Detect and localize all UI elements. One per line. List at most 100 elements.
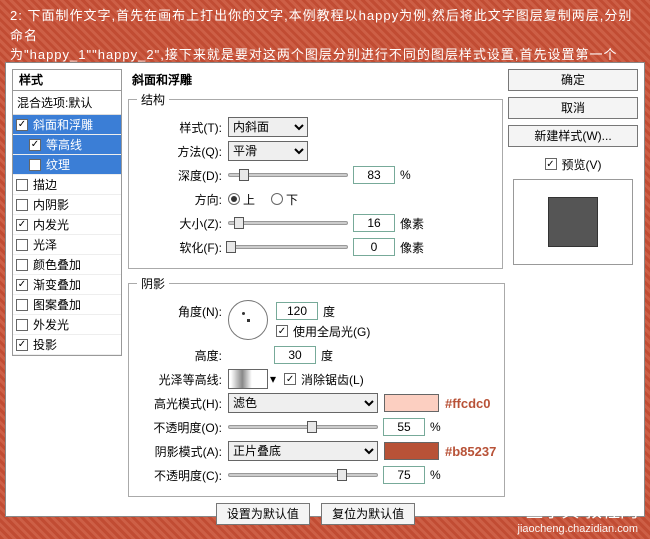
sidebar-item-innershadow[interactable]: 内阴影 — [13, 195, 121, 215]
preview-label: 预览(V) — [562, 156, 602, 173]
highlight-mode-select[interactable]: 滤色 — [228, 393, 378, 413]
gloss-contour-picker[interactable] — [228, 369, 268, 389]
highlight-opacity-slider[interactable] — [228, 425, 378, 429]
gloss-label: 光泽等高线: — [137, 371, 222, 388]
intro-text-1: 2: 下面制作文字,首先在画布上打出你的文字,本例教程以happy为例,然后将此… — [10, 8, 632, 43]
soften-unit: 像素 — [400, 239, 424, 256]
sidebar-item-gradientoverlay[interactable]: ✓渐变叠加 — [13, 275, 121, 295]
ok-button[interactable]: 确定 — [508, 69, 638, 91]
size-unit: 像素 — [400, 215, 424, 232]
checkbox-icon[interactable] — [16, 299, 28, 311]
reset-default-button[interactable]: 复位为默认值 — [321, 503, 415, 525]
checkbox-icon[interactable] — [16, 179, 28, 191]
sidebar-title: 样式 — [12, 69, 122, 91]
chevron-down-icon[interactable]: ▾ — [270, 372, 276, 386]
watermark-name: 查字典 教程网 — [518, 497, 638, 523]
altitude-input[interactable]: 30 — [274, 346, 316, 364]
highlight-color-annotation: #ffcdc0 — [445, 396, 491, 411]
shadow-color-swatch[interactable] — [384, 442, 439, 460]
shadow-mode-select[interactable]: 正片叠底 — [228, 441, 378, 461]
sidebar-item-texture[interactable]: 纹理 — [13, 155, 121, 175]
highlight-mode-label: 高光模式(H): — [137, 395, 222, 412]
sidebar-item-satin[interactable]: 光泽 — [13, 235, 121, 255]
checkbox-icon[interactable]: ✓ — [16, 119, 28, 131]
blend-options[interactable]: 混合选项:默认 — [13, 91, 121, 115]
size-slider[interactable] — [228, 221, 348, 225]
shading-legend: 阴影 — [137, 275, 169, 292]
soften-label: 软化(F): — [137, 239, 222, 256]
preview-swatch — [548, 197, 598, 247]
highlight-opacity-unit: % — [430, 420, 441, 434]
styles-sidebar: 样式 混合选项:默认 ✓斜面和浮雕 ✓等高线 纹理 描边 内阴影 ✓内发光 光泽… — [12, 69, 122, 356]
sidebar-item-outerglow[interactable]: 外发光 — [13, 315, 121, 335]
method-select[interactable]: 平滑 — [228, 141, 308, 161]
intro-text-2: 为"happy_1""happy_2",接下来就是要对这两个图层分别进行不同的图… — [10, 47, 617, 62]
altitude-unit: 度 — [321, 347, 333, 364]
checkbox-icon[interactable] — [16, 239, 28, 251]
highlight-color-swatch[interactable] — [384, 394, 439, 412]
shadow-mode-label: 阴影模式(A): — [137, 443, 222, 460]
highlight-opacity-input[interactable]: 55 — [383, 418, 425, 436]
sidebar-item-innerglow[interactable]: ✓内发光 — [13, 215, 121, 235]
checkbox-icon[interactable] — [16, 199, 28, 211]
altitude-label: 高度: — [137, 347, 222, 364]
angle-dial[interactable] — [228, 300, 268, 340]
angle-input[interactable]: 120 — [276, 302, 318, 320]
depth-input[interactable]: 83 — [353, 166, 395, 184]
cancel-button[interactable]: 取消 — [508, 97, 638, 119]
shading-group: 阴影 角度(N): 120 度 ✓ 使用全局光(G) 高度: 30 度 光泽等高线:… — [128, 275, 505, 497]
layer-style-dialog: 样式 混合选项:默认 ✓斜面和浮雕 ✓等高线 纹理 描边 内阴影 ✓内发光 光泽… — [5, 62, 645, 517]
direction-down-label: 下 — [286, 191, 298, 208]
depth-slider[interactable] — [228, 173, 348, 177]
watermark: 查字典 教程网 jiaocheng.chazidian.com — [518, 497, 638, 535]
global-light-label: 使用全局光(G) — [293, 323, 370, 340]
soften-slider[interactable] — [228, 245, 348, 249]
angle-label: 角度(N): — [137, 300, 222, 320]
antialias-checkbox[interactable]: ✓ — [284, 373, 296, 385]
antialias-label: 消除锯齿(L) — [301, 371, 364, 388]
sidebar-item-bevel[interactable]: ✓斜面和浮雕 — [13, 115, 121, 135]
shadow-opacity-unit: % — [430, 468, 441, 482]
right-column: 确定 取消 新建样式(W)... ✓ 预览(V) — [508, 69, 638, 265]
checkbox-icon[interactable] — [16, 259, 28, 271]
structure-group: 结构 样式(T): 内斜面 方法(Q): 平滑 深度(D): 83 % 方向: … — [128, 91, 503, 269]
depth-label: 深度(D): — [137, 167, 222, 184]
checkbox-icon[interactable] — [16, 319, 28, 331]
global-light-checkbox[interactable]: ✓ — [276, 325, 288, 337]
sidebar-item-stroke[interactable]: 描边 — [13, 175, 121, 195]
method-label: 方法(Q): — [137, 143, 222, 160]
checkbox-icon[interactable]: ✓ — [16, 339, 28, 351]
sidebar-item-dropshadow[interactable]: ✓投影 — [13, 335, 121, 355]
sidebar-item-contour[interactable]: ✓等高线 — [13, 135, 121, 155]
style-label: 样式(T): — [137, 119, 222, 136]
main-panel: 斜面和浮雕 结构 样式(T): 内斜面 方法(Q): 平滑 深度(D): 83 … — [128, 69, 503, 511]
shadow-opacity-label: 不透明度(C): — [137, 467, 222, 484]
angle-unit: 度 — [323, 303, 335, 320]
sidebar-item-patternoverlay[interactable]: 图案叠加 — [13, 295, 121, 315]
soften-input[interactable]: 0 — [353, 238, 395, 256]
size-input[interactable]: 16 — [353, 214, 395, 232]
preview-checkbox[interactable]: ✓ — [545, 158, 557, 170]
direction-label: 方向: — [137, 191, 222, 208]
shadow-opacity-input[interactable]: 75 — [383, 466, 425, 484]
checkbox-icon[interactable] — [29, 159, 41, 171]
panel-title: 斜面和浮雕 — [128, 69, 503, 91]
checkbox-icon[interactable]: ✓ — [16, 219, 28, 231]
new-style-button[interactable]: 新建样式(W)... — [508, 125, 638, 147]
set-default-button[interactable]: 设置为默认值 — [216, 503, 310, 525]
depth-unit: % — [400, 168, 411, 182]
shadow-color-annotation: #b85237 — [445, 444, 496, 459]
watermark-url: jiaocheng.chazidian.com — [518, 523, 638, 535]
highlight-opacity-label: 不透明度(O): — [137, 419, 222, 436]
style-select[interactable]: 内斜面 — [228, 117, 308, 137]
structure-legend: 结构 — [137, 91, 169, 108]
checkbox-icon[interactable]: ✓ — [29, 139, 41, 151]
shadow-opacity-slider[interactable] — [228, 473, 378, 477]
direction-up-label: 上 — [243, 191, 255, 208]
size-label: 大小(Z): — [137, 215, 222, 232]
sidebar-item-coloroverlay[interactable]: 颜色叠加 — [13, 255, 121, 275]
checkbox-icon[interactable]: ✓ — [16, 279, 28, 291]
preview-box — [513, 179, 633, 265]
direction-down-radio[interactable] — [271, 193, 283, 205]
direction-up-radio[interactable] — [228, 193, 240, 205]
